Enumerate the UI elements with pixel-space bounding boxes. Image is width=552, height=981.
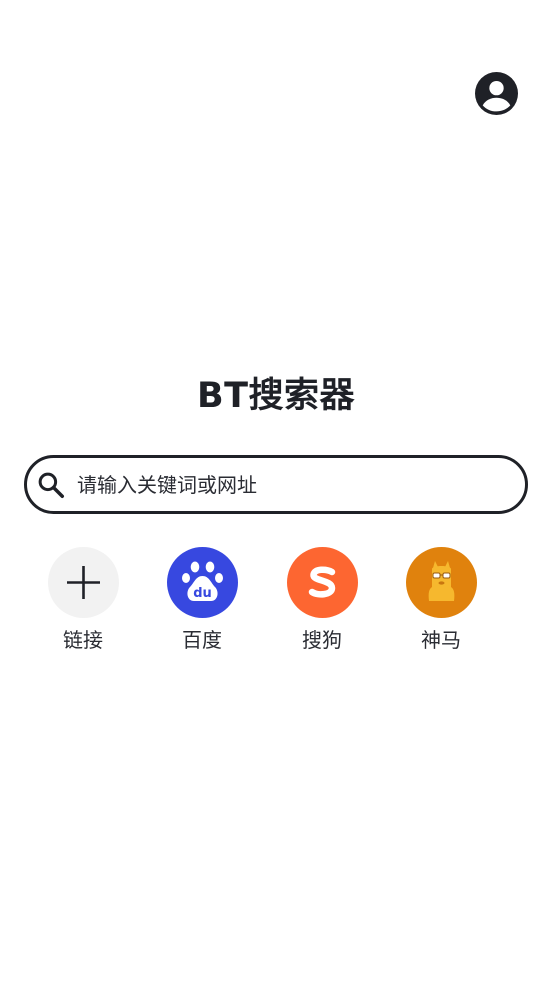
shortcut-grid: 链接 du 百度 搜狗 神马 [0,547,552,657]
shortcut-baidu[interactable]: du 百度 [152,547,252,653]
shortcut-shenma-circle [405,547,477,618]
shenma-alpaca-icon [406,547,477,618]
account-button[interactable] [475,72,518,115]
shortcut-label: 搜狗 [302,628,342,652]
search-bar[interactable] [24,455,528,514]
search-icon [36,470,66,500]
page-title: BT搜索器 [196,376,356,416]
shortcut-link-circle [47,547,119,618]
svg-text:du: du [193,586,212,601]
shortcut-sogou[interactable]: 搜狗 [272,547,372,653]
sogou-s-icon [287,547,358,618]
shortcut-label: 百度 [182,628,222,652]
search-input[interactable] [77,458,517,511]
baidu-paw-icon: du [167,547,238,618]
shortcut-label: 链接 [63,628,103,652]
plus-icon [48,547,119,618]
shortcut-sogou-circle [286,547,358,618]
shortcut-link[interactable]: 链接 [33,547,133,653]
shortcut-baidu-circle: du [166,547,238,618]
shortcut-label: 神马 [421,628,461,652]
shortcut-shenma[interactable]: 神马 [391,547,491,653]
home-page: BT搜索器 链接 [0,0,552,981]
account-circle-icon [475,72,518,115]
